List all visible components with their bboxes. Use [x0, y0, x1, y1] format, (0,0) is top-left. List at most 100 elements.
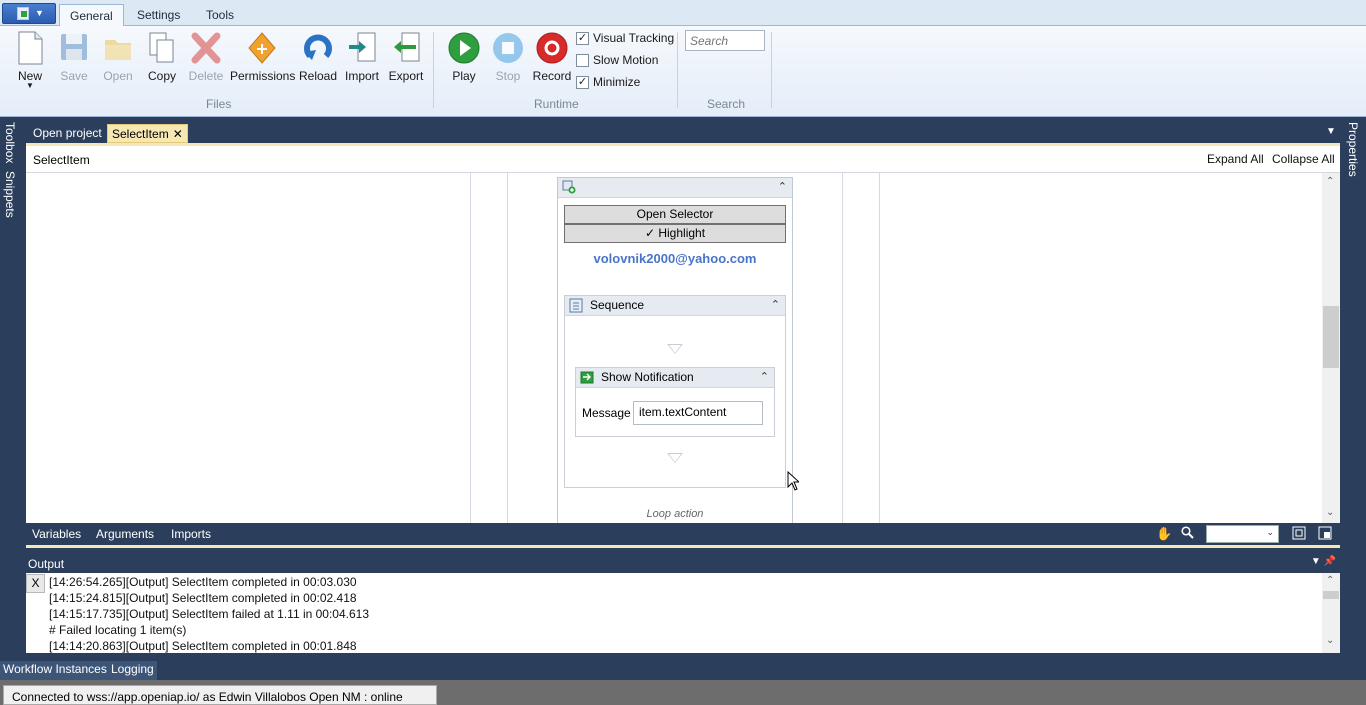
close-icon[interactable]: ✕ [173, 127, 183, 141]
tab-general[interactable]: General [59, 4, 124, 27]
fit-to-screen-icon[interactable] [1292, 526, 1306, 543]
toolbox-panel-tab[interactable]: Toolbox [3, 122, 17, 163]
permissions-button[interactable]: Permissions [230, 30, 295, 108]
group-separator [677, 32, 678, 108]
drop-target-icon[interactable] [667, 453, 683, 463]
tab-tools[interactable]: Tools [196, 4, 244, 26]
tab-open-project[interactable]: Open project [28, 124, 107, 143]
play-button[interactable]: Play [444, 30, 484, 108]
notification-icon [580, 371, 594, 387]
overview-map-icon[interactable] [1318, 526, 1332, 543]
show-notification-title: Show Notification [601, 370, 694, 384]
save-disk-icon [58, 30, 90, 66]
tab-settings[interactable]: Settings [127, 4, 190, 26]
collapse-all-link[interactable]: Collapse All [1272, 152, 1335, 166]
record-icon [536, 30, 568, 66]
scroll-thumb[interactable] [1323, 306, 1339, 368]
minimize-checkbox[interactable]: ✓ Minimize [576, 73, 640, 91]
selector-value[interactable]: volovnik2000@yahoo.com [558, 251, 792, 266]
group-separator [433, 32, 434, 108]
message-field[interactable]: item.textContent [633, 401, 763, 425]
folder-icon [102, 30, 134, 66]
panel-options-icon[interactable]: ▼ 📌 [1311, 556, 1336, 567]
stop-button[interactable]: Stop [488, 30, 528, 108]
expand-all-link[interactable]: Expand All [1207, 152, 1264, 166]
reload-icon [302, 30, 334, 66]
slow-motion-checkbox[interactable]: Slow Motion [576, 51, 658, 69]
scroll-thumb[interactable] [1323, 591, 1339, 599]
designer-scrollbar[interactable]: ⌃ ⌄ [1322, 173, 1340, 523]
collapse-icon[interactable]: ⌃ [760, 370, 769, 383]
designer-bottom-bar: Variables Arguments Imports ✋ ⌄ [26, 523, 1340, 545]
tab-workflow-instances[interactable]: Workflow Instances [0, 661, 110, 680]
tab-imports[interactable]: Imports [171, 527, 211, 541]
search-input[interactable] [685, 30, 765, 51]
scroll-down-icon[interactable]: ⌄ [1326, 635, 1334, 646]
output-scrollbar[interactable]: ⌃ ⌄ [1322, 573, 1340, 653]
connection-status: Connected to wss://app.openiap.io/ as Ed… [3, 685, 437, 705]
new-button[interactable]: New ▼ [12, 30, 48, 108]
copy-icon [146, 30, 178, 66]
container-border [879, 173, 880, 523]
play-icon [448, 30, 480, 66]
workflow-designer: SelectItem Expand All Collapse All ⌃ Ope… [26, 146, 1340, 523]
export-button[interactable]: Export [386, 30, 426, 108]
delete-x-icon [190, 30, 222, 66]
container-border [507, 173, 508, 523]
activity-header: ⌃ [558, 178, 792, 198]
checkbox-unchecked-icon [576, 53, 589, 67]
visual-tracking-checkbox[interactable]: ✓ Visual Tracking [576, 29, 674, 47]
log-line: [14:26:54.265][Output] SelectItem comple… [49, 575, 357, 589]
activity-header: Sequence ⌃ [565, 296, 785, 316]
bottom-tab-bar: Workflow Instances Logging [0, 659, 1366, 680]
zoom-search-icon[interactable] [1181, 526, 1194, 542]
tab-variables[interactable]: Variables [32, 527, 81, 541]
collapse-icon[interactable]: ⌃ [771, 298, 780, 311]
scroll-up-icon[interactable]: ⌃ [1326, 176, 1334, 187]
open-button[interactable]: Open [100, 30, 136, 108]
right-panel-strip: Properties [1340, 117, 1366, 659]
scroll-down-icon[interactable]: ⌄ [1326, 507, 1334, 518]
container-border [470, 173, 471, 523]
import-icon [346, 30, 378, 66]
output-panel: X [14:26:54.265][Output] SelectItem comp… [26, 573, 1340, 653]
status-bar: Connected to wss://app.openiap.io/ as Ed… [0, 680, 1366, 705]
files-group-label: Files [206, 97, 232, 111]
tab-arguments[interactable]: Arguments [96, 527, 154, 541]
stop-icon [492, 30, 524, 66]
output-title: Output [28, 557, 65, 571]
open-selector-button[interactable]: Open Selector [564, 205, 786, 224]
save-button[interactable]: Save [56, 30, 92, 108]
import-button[interactable]: Import [342, 30, 382, 108]
chevron-down-icon: ⌄ [1266, 527, 1274, 537]
checkbox-checked-icon: ✓ [576, 75, 589, 89]
tab-selectitem[interactable]: SelectItem ✕ [107, 124, 188, 143]
collapse-icon[interactable]: ⌃ [778, 180, 787, 193]
designer-canvas[interactable]: ⌃ Open Selector ✓ Highlight volovnik2000… [26, 173, 1322, 523]
clear-output-button[interactable]: X [26, 574, 45, 593]
document-menu-icon[interactable]: ▼ [1326, 126, 1336, 137]
application-menu-button[interactable]: ▼ [2, 3, 56, 24]
select-activity[interactable]: ⌃ Open Selector ✓ Highlight volovnik2000… [557, 177, 793, 523]
sequence-activity[interactable]: Sequence ⌃ Show Notification ⌃ Message i… [564, 295, 786, 488]
copy-button[interactable]: Copy [144, 30, 180, 108]
left-panel-strip: Toolbox Snippets [0, 117, 20, 659]
search-group-label: Search [707, 97, 746, 111]
tab-logging[interactable]: Logging [108, 661, 157, 680]
breadcrumb[interactable]: SelectItem [33, 153, 90, 167]
snippets-panel-tab[interactable]: Snippets [3, 171, 17, 218]
drop-target-icon[interactable] [667, 344, 683, 354]
app-logo-icon [17, 7, 29, 20]
container-border [842, 173, 843, 523]
properties-panel-tab[interactable]: Properties [1346, 122, 1360, 177]
ribbon-body: New ▼ Save Open Copy Delete Permissions [0, 26, 1366, 117]
highlight-button[interactable]: ✓ Highlight [564, 224, 786, 243]
reload-button[interactable]: Reload [298, 30, 338, 108]
mouse-cursor-icon [787, 471, 799, 491]
pan-hand-icon[interactable]: ✋ [1156, 526, 1172, 542]
zoom-dropdown[interactable]: ⌄ [1206, 525, 1279, 543]
show-notification-activity[interactable]: Show Notification ⌃ Message item.textCon… [575, 367, 775, 437]
chevron-down-icon: ▼ [35, 8, 44, 18]
message-label: Message [582, 406, 631, 420]
scroll-up-icon[interactable]: ⌃ [1326, 575, 1334, 586]
